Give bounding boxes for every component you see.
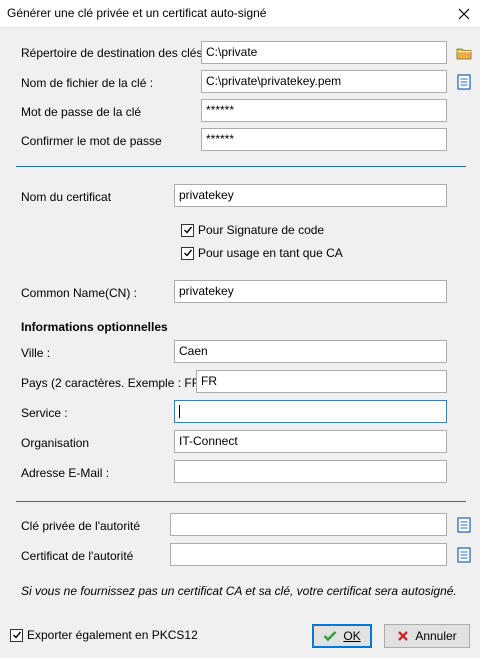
folder-icon bbox=[456, 48, 471, 59]
ca-usage-checkbox-row[interactable]: Pour usage en tant que CA bbox=[181, 246, 343, 260]
self-signed-note: Si vous ne fournissez pas un certificat … bbox=[21, 584, 457, 598]
pkcs12-label: Exporter également en PKCS12 bbox=[27, 628, 198, 642]
code-signing-label: Pour Signature de code bbox=[198, 223, 325, 237]
ca-usage-checkbox[interactable] bbox=[181, 246, 194, 260]
email-field[interactable] bbox=[174, 460, 447, 483]
ok-button[interactable]: OK bbox=[312, 624, 372, 648]
pkcs12-checkbox-row[interactable]: Exporter également en PKCS12 bbox=[10, 628, 198, 642]
dest-dir-field[interactable]: C:\private bbox=[201, 41, 447, 64]
code-signing-checkbox-row[interactable]: Pour Signature de code bbox=[181, 223, 324, 237]
file-icon bbox=[456, 516, 471, 533]
dest-dir-label: Répertoire de destination des clés bbox=[21, 46, 203, 60]
window-title: Générer une clé privée et un certificat … bbox=[7, 6, 267, 20]
confirm-password-label: Confirmer le mot de passe bbox=[21, 134, 162, 148]
browse-authority-cert-button[interactable] bbox=[455, 546, 472, 563]
text-caret bbox=[179, 405, 180, 419]
cn-label: Common Name(CN) : bbox=[21, 286, 138, 300]
optional-info-heading: Informations optionnelles bbox=[21, 320, 168, 334]
separator bbox=[16, 166, 466, 167]
service-field[interactable] bbox=[174, 400, 447, 423]
city-field[interactable]: Caen bbox=[174, 340, 447, 363]
separator bbox=[16, 501, 466, 502]
organisation-label: Organisation bbox=[21, 436, 90, 450]
email-label: Adresse E-Mail : bbox=[21, 466, 110, 480]
pkcs12-checkbox[interactable] bbox=[10, 628, 23, 642]
cert-name-field[interactable]: privatekey bbox=[174, 184, 447, 207]
browse-authority-key-button[interactable] bbox=[455, 516, 472, 533]
title-bar: Générer une clé privée et un certificat … bbox=[0, 0, 480, 28]
filename-field[interactable]: C:\private\privatekey.pem bbox=[201, 70, 447, 93]
country-field[interactable]: FR bbox=[196, 370, 447, 393]
cn-field[interactable]: privatekey bbox=[174, 280, 447, 303]
close-button[interactable] bbox=[448, 0, 480, 28]
browse-folder-button[interactable] bbox=[455, 44, 472, 61]
ok-label: OK bbox=[343, 629, 361, 643]
checkmark-icon bbox=[183, 249, 192, 257]
checkmark-icon bbox=[12, 631, 21, 639]
authority-cert-field[interactable] bbox=[170, 543, 447, 566]
authority-private-key-label: Clé privée de l'autorité bbox=[21, 519, 141, 533]
service-label: Service : bbox=[21, 406, 68, 420]
authority-cert-label: Certificat de l'autorité bbox=[21, 549, 134, 563]
file-icon bbox=[456, 73, 471, 90]
city-label: Ville : bbox=[21, 346, 51, 360]
ca-usage-label: Pour usage en tant que CA bbox=[198, 246, 343, 260]
password-field[interactable]: ****** bbox=[201, 99, 447, 122]
filename-label: Nom de fichier de la clé : bbox=[21, 76, 154, 90]
file-icon bbox=[456, 546, 471, 563]
cert-name-label: Nom du certificat bbox=[21, 190, 112, 204]
country-label: Pays (2 caractères. Exemple : FR): bbox=[21, 376, 208, 390]
checkmark-icon bbox=[323, 631, 337, 642]
cancel-label: Annuler bbox=[415, 629, 457, 643]
cancel-button[interactable]: Annuler bbox=[384, 624, 470, 648]
cancel-x-icon bbox=[398, 631, 409, 641]
browse-file-button[interactable] bbox=[455, 73, 472, 90]
code-signing-checkbox[interactable] bbox=[181, 223, 194, 237]
close-icon bbox=[458, 8, 470, 20]
authority-private-key-field[interactable] bbox=[170, 513, 447, 536]
checkmark-icon bbox=[183, 226, 192, 234]
confirm-password-field[interactable]: ****** bbox=[201, 128, 447, 151]
password-label: Mot de passe de la clé bbox=[21, 105, 142, 119]
organisation-field[interactable]: IT-Connect bbox=[174, 430, 447, 453]
